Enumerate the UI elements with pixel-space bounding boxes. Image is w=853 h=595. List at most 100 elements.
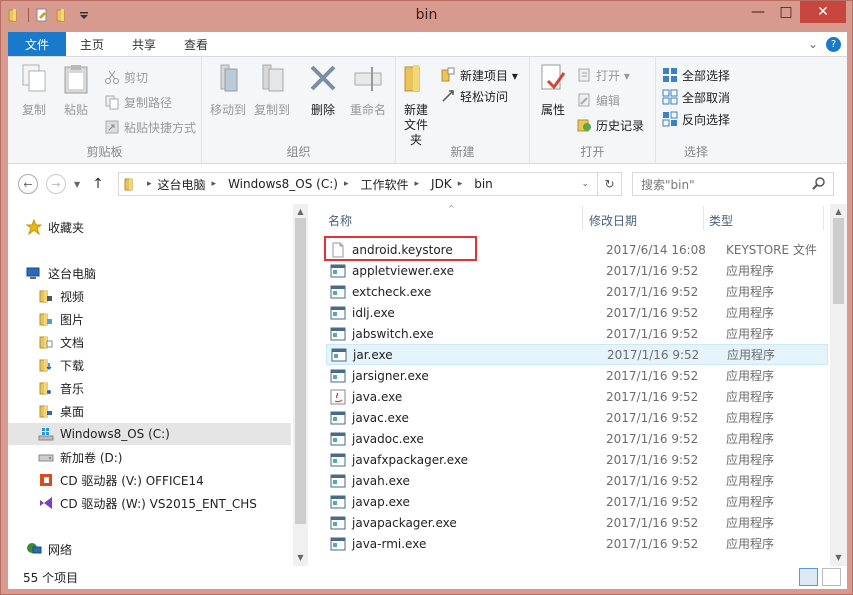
breadcrumb-work-software[interactable]: 工作软件 ▸ (354, 176, 425, 193)
nav-drive-w[interactable]: CD 驱动器 (W:) VS2015_ENT_CHS (38, 492, 257, 514)
address-dropdown-icon[interactable]: ⌄ (581, 179, 589, 189)
copy-to-icon (262, 64, 284, 92)
column-header-name[interactable]: 名称 (328, 206, 582, 234)
open-button[interactable]: 打开 ▾ (576, 65, 630, 85)
details-view-button[interactable] (799, 568, 818, 586)
nav-network[interactable]: 网络 (26, 538, 72, 560)
forward-button[interactable]: → (46, 174, 66, 194)
properties-button[interactable]: 属性 (536, 63, 570, 118)
application-icon (330, 474, 346, 487)
rename-button[interactable]: 重命名 (346, 63, 390, 118)
nav-item-downloads[interactable]: 下载 (38, 354, 84, 376)
search-icon[interactable] (811, 176, 827, 192)
address-bar[interactable]: ▸ 这台电脑 ▸ Windows8_OS (C:) ▸ 工作软件 ▸ JDK ▸ bin… (118, 172, 622, 196)
table-row[interactable]: jarsigner.exe 2017/1/16 9:52 应用程序 (326, 365, 828, 386)
copy-button[interactable]: 复制 (14, 63, 54, 118)
copy-to-button[interactable]: 复制到 (252, 63, 292, 118)
nav-this-pc[interactable]: 这台电脑 (26, 262, 96, 284)
minimize-button[interactable]: — (744, 1, 772, 23)
tab-home[interactable]: 主页 (66, 32, 118, 56)
up-button[interactable]: ↑ (92, 176, 104, 192)
column-divider[interactable] (703, 206, 704, 230)
chevron-right-icon[interactable]: ▸ (415, 179, 420, 189)
scroll-up-arrow[interactable]: ▲ (831, 204, 846, 218)
nav-drive-c[interactable]: Windows8_OS (C:) (8, 423, 291, 445)
expand-ribbon-button[interactable]: ⌄ (808, 37, 818, 51)
nav-drive-v[interactable]: CD 驱动器 (V:) OFFICE14 (38, 469, 204, 491)
scrollbar-thumb[interactable] (295, 218, 306, 524)
help-button[interactable]: ? (826, 36, 841, 52)
file-date: 2017/1/16 9:52 (606, 431, 699, 446)
table-row[interactable]: javac.exe 2017/1/16 9:52 应用程序 (326, 407, 828, 428)
nav-item-music[interactable]: 音乐 (38, 377, 84, 399)
nav-drive-d[interactable]: 新加卷 (D:) (38, 446, 122, 468)
new-item-button[interactable]: 新建项目 ▾ (440, 65, 518, 85)
move-to-icon (220, 64, 238, 92)
paste-shortcut-button[interactable]: 粘贴快捷方式 (104, 117, 196, 137)
chevron-right-icon[interactable]: ▸ (458, 179, 463, 189)
breadcrumb-this-pc[interactable]: 这台电脑 ▸ (152, 176, 223, 193)
large-icons-view-button[interactable] (822, 568, 841, 586)
new-folder-button[interactable]: 新建 文件夹 (400, 63, 432, 148)
nav-favorites[interactable]: 收藏夹 (26, 216, 84, 238)
copy-path-button[interactable]: 复制路径 (104, 92, 172, 112)
close-button[interactable]: ✕ (800, 1, 846, 23)
file-type: 应用程序 (726, 432, 775, 446)
table-row[interactable]: jabswitch.exe 2017/1/16 9:52 应用程序 (326, 323, 828, 344)
nav-item-videos[interactable]: 视频 (38, 285, 84, 307)
cut-button[interactable]: 剪切 (104, 67, 148, 87)
delete-button[interactable]: 删除 (306, 63, 340, 118)
recent-locations-icon[interactable]: ▼ (74, 180, 80, 189)
table-row[interactable]: appletviewer.exe 2017/1/16 9:52 应用程序 (326, 260, 828, 281)
edit-button[interactable]: 编辑 (576, 90, 620, 110)
column-divider[interactable] (823, 206, 824, 230)
scrollbar-thumb[interactable] (833, 218, 844, 304)
file-list-scrollbar[interactable]: ▲ ▼ (830, 204, 847, 566)
title-bar: bin — □ ✕ (1, 1, 852, 31)
maximize-button[interactable]: □ (772, 1, 800, 23)
network-icon (27, 543, 42, 554)
file-date: 2017/1/16 9:52 (606, 326, 699, 341)
tab-file[interactable]: 文件 (8, 32, 66, 56)
breadcrumb-jdk[interactable]: JDK ▸ (425, 177, 468, 191)
table-row[interactable]: java-rmi.exe 2017/1/16 9:52 应用程序 (326, 533, 828, 554)
scroll-down-arrow[interactable]: ▼ (831, 550, 846, 564)
breadcrumb-bin[interactable]: bin (468, 177, 499, 191)
chevron-right-icon[interactable]: ▸ (212, 179, 217, 189)
table-row[interactable]: idlj.exe 2017/1/16 9:52 应用程序 (326, 302, 828, 323)
nav-scrollbar[interactable]: ▲ ▼ (293, 204, 308, 566)
back-button[interactable]: ← (18, 174, 38, 194)
table-row[interactable]: extcheck.exe 2017/1/16 9:52 应用程序 (326, 281, 828, 302)
column-header-date[interactable]: 修改日期 (589, 206, 703, 234)
file-date: 2017/1/16 9:52 (606, 410, 699, 425)
easy-access-button[interactable]: 轻松访问 (440, 86, 508, 106)
scroll-down-arrow[interactable]: ▼ (293, 550, 308, 564)
search-box[interactable]: 搜索"bin" (632, 172, 834, 196)
scroll-up-arrow[interactable]: ▲ (293, 204, 308, 218)
move-to-button[interactable]: 移动到 (208, 63, 248, 118)
table-row[interactable]: jar.exe 2017/1/16 9:52 应用程序 (326, 344, 828, 365)
history-button[interactable]: 历史记录 (576, 115, 644, 135)
star-icon (26, 219, 42, 235)
nav-item-desktop[interactable]: 桌面 (38, 400, 84, 422)
table-row[interactable]: javapackager.exe 2017/1/16 9:52 应用程序 (326, 512, 828, 533)
table-row[interactable]: javafxpackager.exe 2017/1/16 9:52 应用程序 (326, 449, 828, 470)
select-none-button[interactable]: 全部取消 (662, 87, 730, 107)
column-divider[interactable] (582, 206, 583, 230)
chevron-right-icon[interactable]: ▸ (344, 179, 349, 189)
tab-view[interactable]: 查看 (170, 32, 222, 56)
select-all-button[interactable]: 全部选择 (662, 65, 730, 85)
table-row[interactable]: javah.exe 2017/1/16 9:52 应用程序 (326, 470, 828, 491)
invert-selection-button[interactable]: 反向选择 (662, 109, 730, 129)
refresh-button[interactable]: ↻ (597, 173, 621, 195)
table-row[interactable]: java.exe 2017/1/16 9:52 应用程序 (326, 386, 828, 407)
table-row[interactable]: javadoc.exe 2017/1/16 9:52 应用程序 (326, 428, 828, 449)
table-row[interactable]: javap.exe 2017/1/16 9:52 应用程序 (326, 491, 828, 512)
breadcrumb-c-drive[interactable]: Windows8_OS (C:) ▸ (222, 177, 354, 191)
nav-item-pictures[interactable]: 图片 (38, 308, 84, 330)
paste-button[interactable]: 粘贴 (56, 63, 96, 118)
tab-share[interactable]: 共享 (118, 32, 170, 56)
column-header-type[interactable]: 类型 (709, 206, 819, 234)
item-count: 55 个项目 (23, 571, 79, 585)
nav-item-documents[interactable]: 文档 (38, 331, 84, 353)
